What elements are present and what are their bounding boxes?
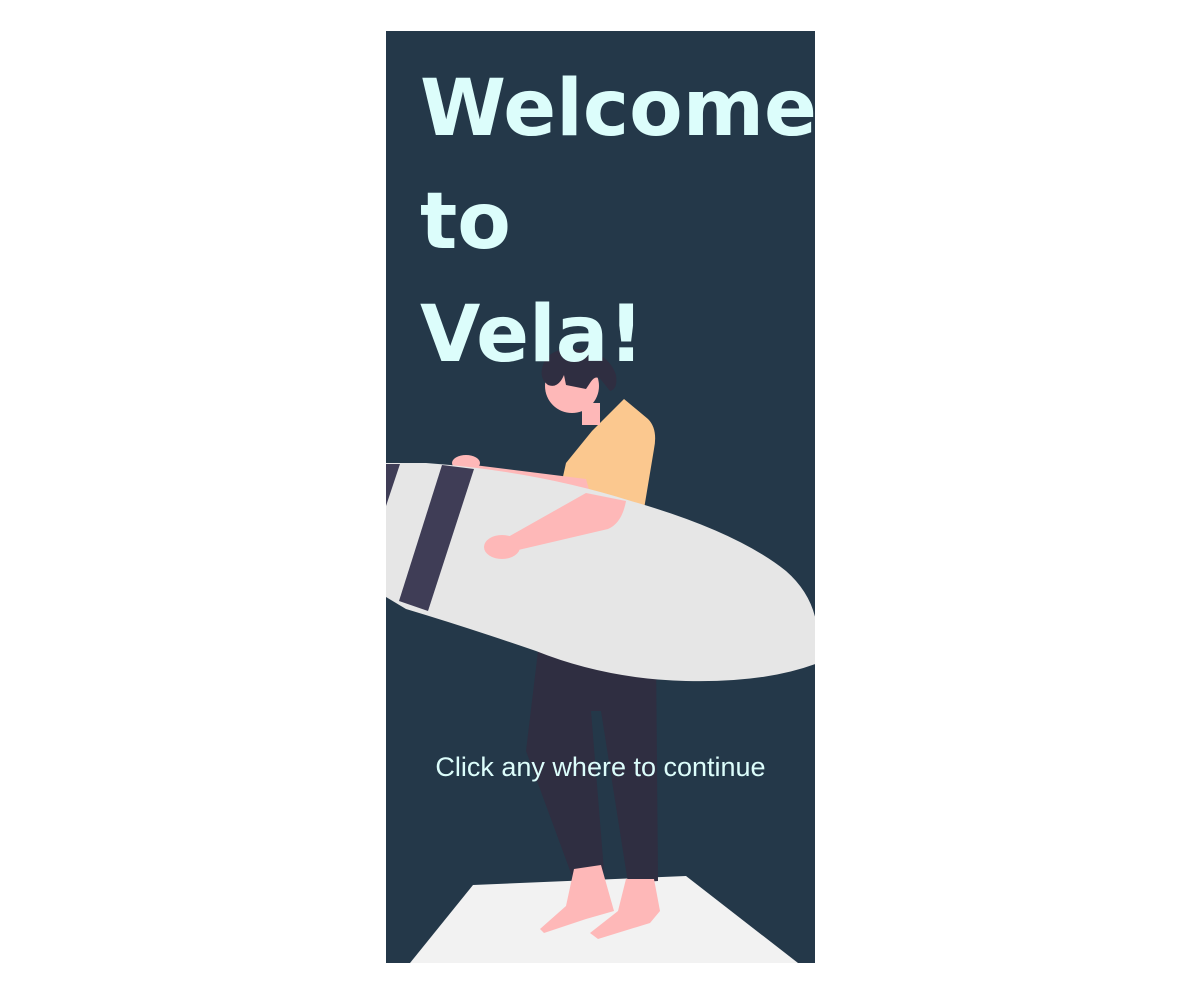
front-hand	[484, 535, 520, 559]
title-line-2: to	[420, 177, 511, 267]
title-line-3: Vela!	[420, 290, 644, 380]
title-line-1: Welcome	[420, 64, 815, 154]
welcome-screen[interactable]: Welcome to Vela! Click any where to cont…	[386, 31, 815, 963]
welcome-title: Welcome to Vela!	[420, 53, 815, 392]
continue-prompt[interactable]: Click any where to continue	[386, 752, 815, 783]
